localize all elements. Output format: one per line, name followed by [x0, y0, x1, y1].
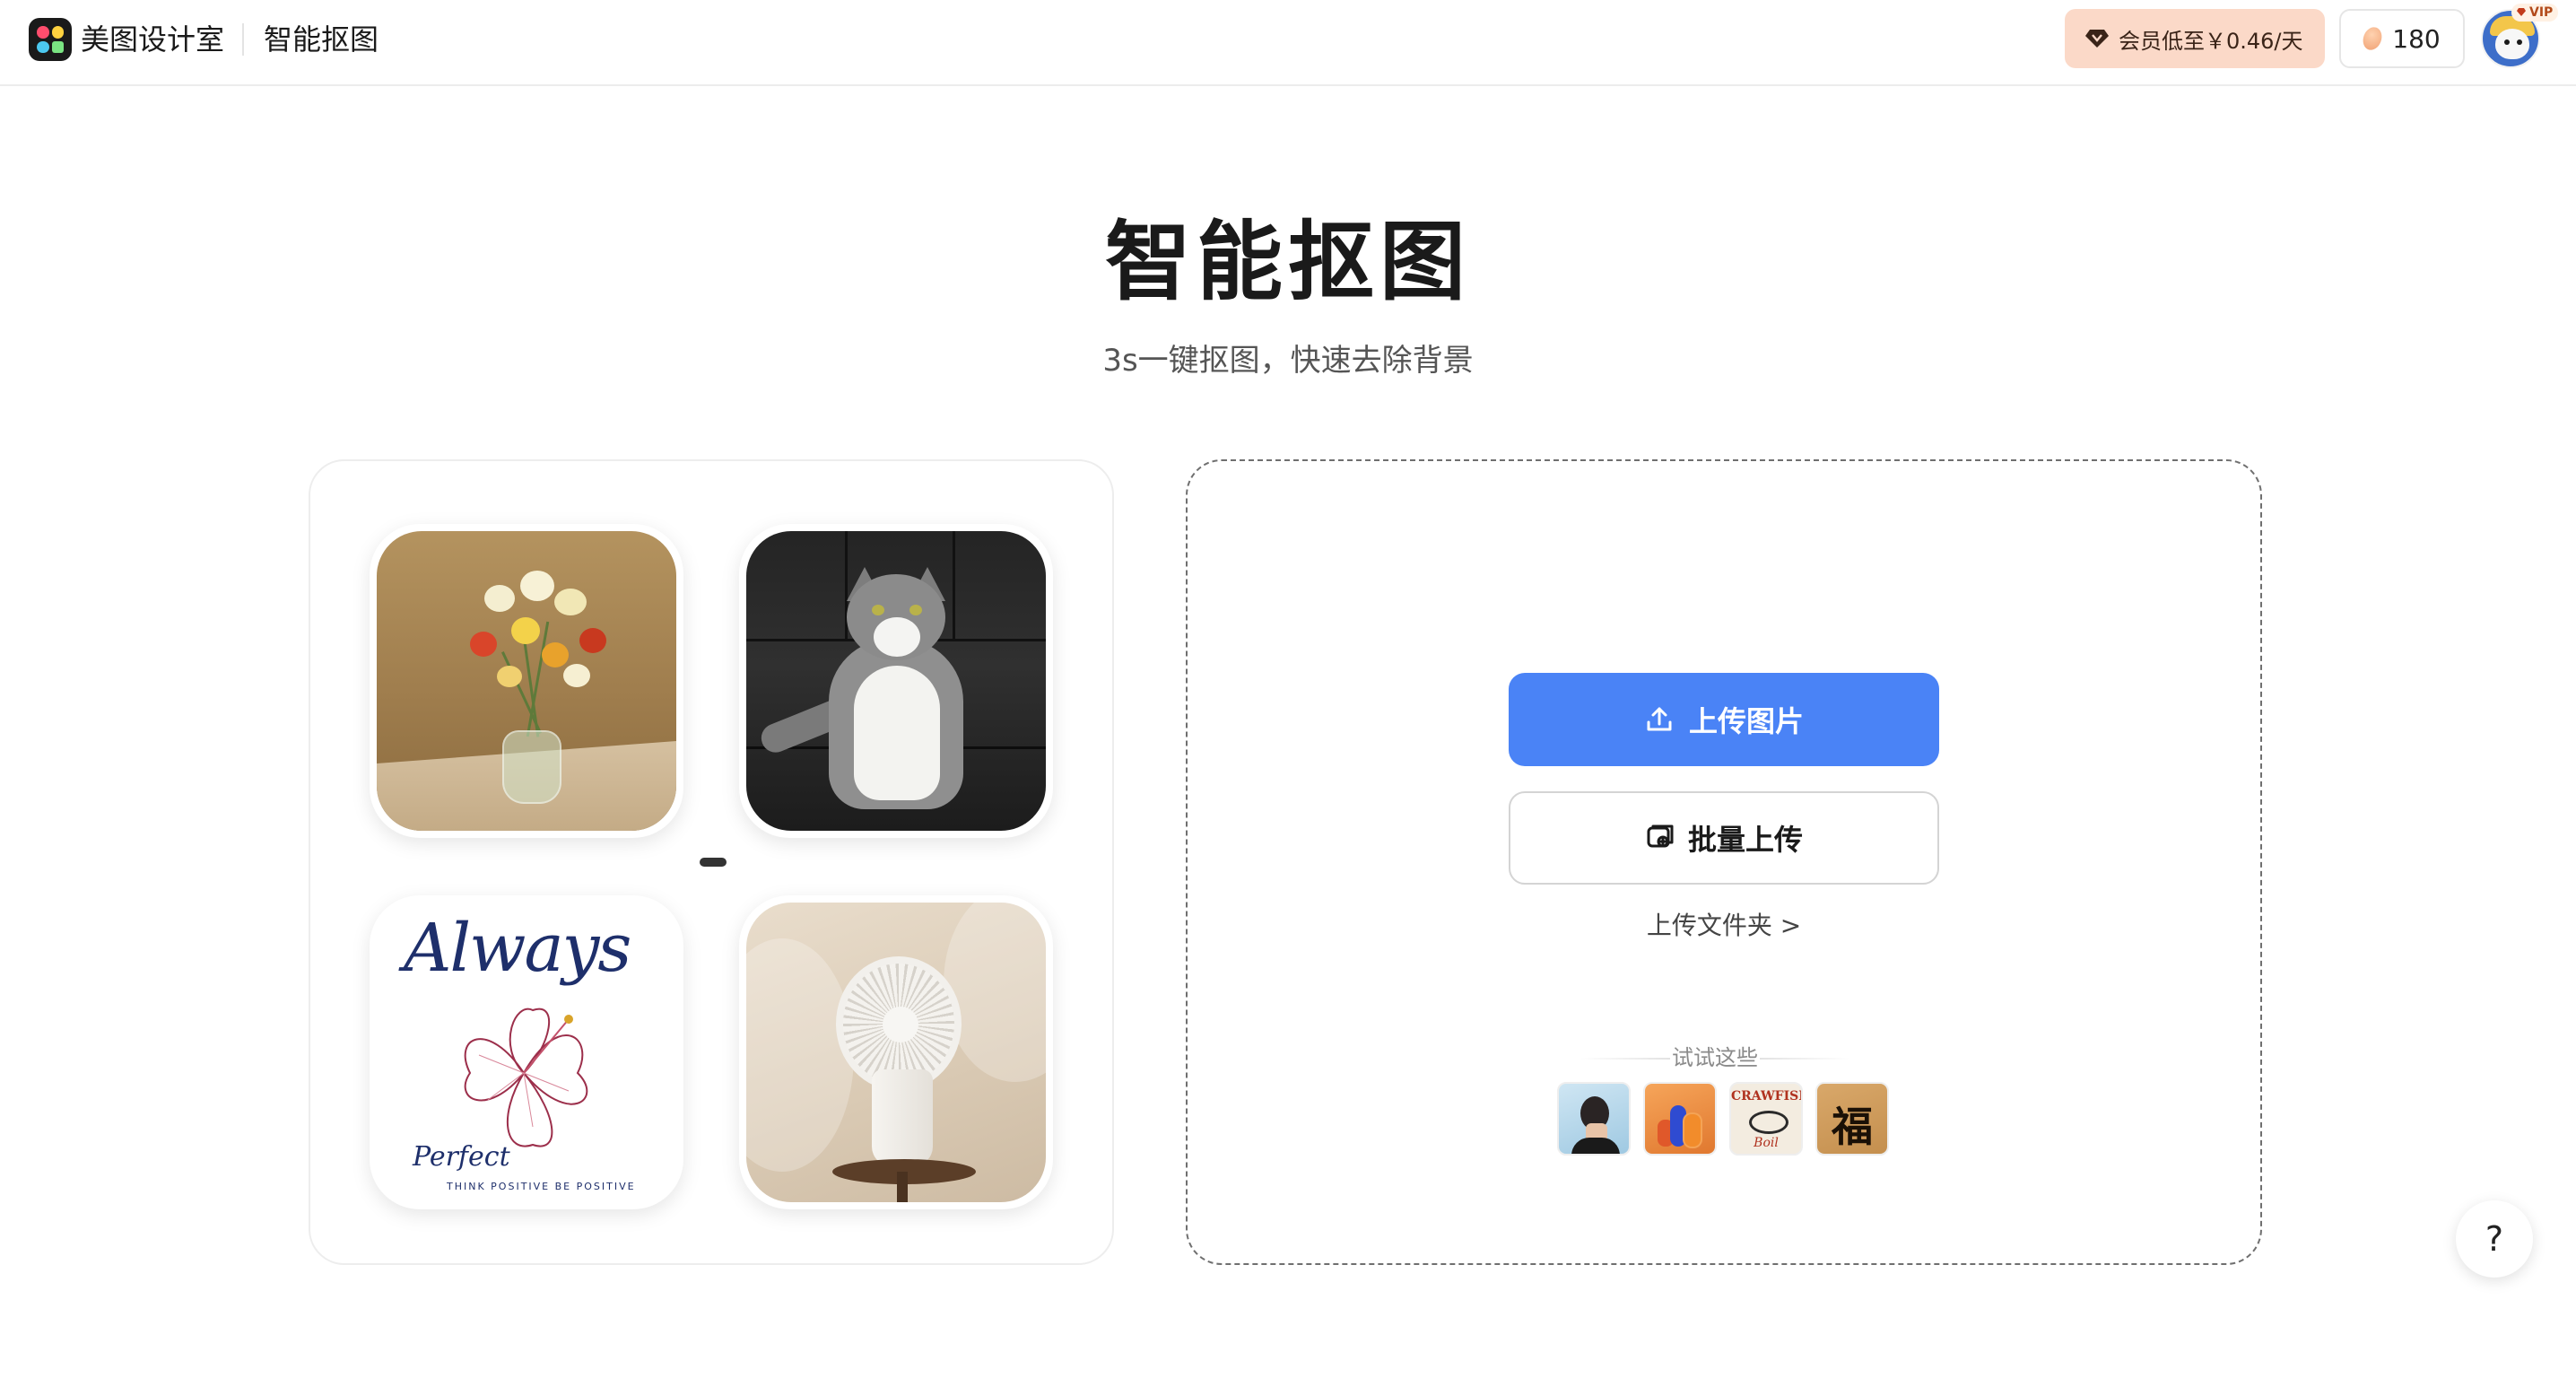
print-script: Perfect	[413, 1141, 510, 1173]
sample-fan[interactable]	[739, 895, 1053, 1209]
fu-character: 福	[1832, 1103, 1873, 1151]
print-tagline: THINK POSITIVE BE POSITIVE	[447, 1181, 636, 1192]
help-button[interactable]: ?	[2456, 1200, 2533, 1278]
try-fu-sample[interactable]: 福	[1815, 1082, 1889, 1156]
sample-cat[interactable]	[739, 524, 1053, 838]
crawfish-subtitle: Boil	[1754, 1136, 1779, 1150]
hibiscus-illustration	[464, 1008, 588, 1147]
vip-badge: VIP	[2511, 4, 2559, 22]
beans-count: 180	[2392, 23, 2441, 54]
fan-image	[746, 903, 1046, 1202]
print-image: Always Perfect THINK POSITIVE BE POSITIV…	[377, 903, 676, 1202]
tool-name: 智能抠图	[264, 22, 379, 57]
sample-flowers[interactable]	[370, 524, 683, 838]
bean-icon	[2360, 24, 2386, 53]
vip-promo-button[interactable]: 会员低至￥0.46/天	[2065, 9, 2325, 68]
beans-balance-button[interactable]: 180	[2339, 9, 2465, 68]
crawfish-title: CRAWFISH	[1731, 1089, 1803, 1103]
try-portrait-sample[interactable]	[1557, 1082, 1631, 1156]
batch-upload-label: 批量上传	[1687, 823, 1803, 857]
batch-upload-button[interactable]: 批量上传	[1509, 791, 1939, 885]
page-subtitle: 3s一键抠图，快速去除背景	[1102, 343, 1474, 379]
diamond-icon	[2084, 28, 2110, 49]
sample-print[interactable]: Always Perfect THINK POSITIVE BE POSITIV…	[370, 895, 683, 1209]
upload-image-button[interactable]: 上传图片	[1509, 673, 1939, 766]
cat-image	[746, 531, 1046, 831]
batch-upload-icon	[1645, 823, 1675, 853]
print-headline: Always	[404, 910, 631, 987]
try-bottles-sample[interactable]	[1643, 1082, 1717, 1156]
meitu-logo-icon[interactable]	[29, 18, 72, 61]
vip-promo-label: 会员低至￥0.46/天	[2119, 28, 2303, 54]
upload-folder-link[interactable]: 上传文件夹 >	[1509, 908, 1939, 944]
upload-icon	[1644, 704, 1675, 735]
top-bar: 美图设计室 智能抠图 会员低至￥0.46/天 180 VIP	[0, 0, 2576, 86]
page-title: 智能抠图	[1105, 212, 1471, 312]
try-crawfish-sample[interactable]: CRAWFISH Boil	[1729, 1082, 1803, 1156]
upload-image-label: 上传图片	[1688, 704, 1804, 738]
brand-name[interactable]: 美图设计室	[81, 20, 224, 59]
try-divider-right	[1760, 1058, 1849, 1060]
header-divider	[242, 23, 244, 56]
sample-gallery: Always Perfect THINK POSITIVE BE POSITIV…	[309, 459, 1114, 1265]
gallery-indicator	[700, 858, 727, 867]
flowers-image	[377, 531, 676, 831]
